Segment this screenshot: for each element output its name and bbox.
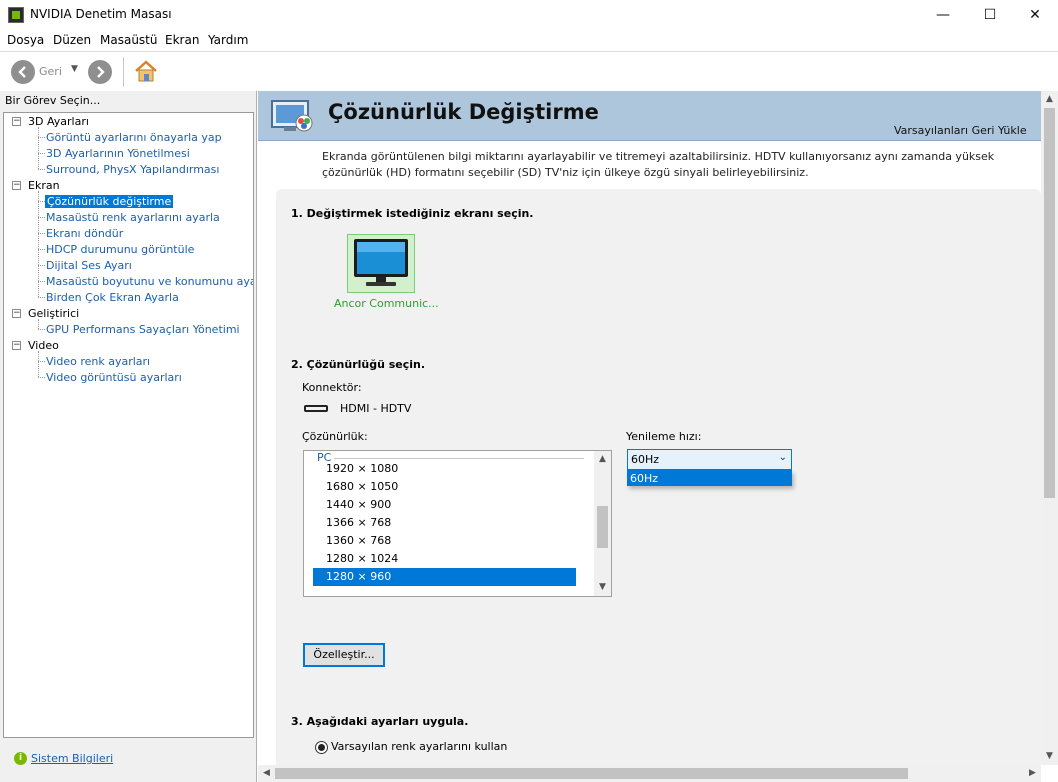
tree-category-developer[interactable]: Geliştirici xyxy=(28,307,79,320)
default-color-settings-label[interactable]: Varsayılan renk ayarlarını kullan xyxy=(331,740,507,753)
resolution-option-1280x960[interactable]: 1280 × 960 xyxy=(313,568,576,586)
content-horizontal-scrollbar[interactable]: ◀ ▶ xyxy=(258,765,1041,782)
system-info-link[interactable]: Sistem Bilgileri xyxy=(31,752,113,765)
customize-button[interactable]: Özelleştir... xyxy=(303,643,385,667)
display-settings-icon xyxy=(270,98,316,136)
resolution-scroll-thumb[interactable] xyxy=(597,506,608,548)
resolution-option-1366x768[interactable]: 1366 × 768 xyxy=(313,514,576,532)
window-title: NVIDIA Denetim Masası xyxy=(30,7,172,21)
tree-item-desktop-color[interactable]: Masaüstü renk ayarlarını ayarla xyxy=(46,211,220,224)
tree-item-hdcp-status[interactable]: HDCP durumunu görüntüle xyxy=(46,243,194,256)
tree-item-surround-physx[interactable]: Surround, PhysX Yapılandırması xyxy=(46,163,219,176)
tree-item-manage-3d[interactable]: 3D Ayarlarının Yönetilmesi xyxy=(46,147,190,160)
tree-item-desktop-size[interactable]: Masaüstü boyutunu ve konumunu ayarla xyxy=(46,275,253,288)
menu-display[interactable]: Ekran xyxy=(165,33,199,47)
hdmi-connector-icon xyxy=(304,405,328,412)
step3-heading: 3. Aşağıdaki ayarları uygula. xyxy=(291,715,469,728)
monitor-icon xyxy=(354,239,408,286)
scroll-down-icon[interactable]: ▼ xyxy=(594,579,611,596)
scroll-left-icon[interactable]: ◀ xyxy=(258,765,275,782)
back-history-dropdown-icon[interactable]: ▼ xyxy=(71,64,78,74)
nvidia-app-icon xyxy=(8,7,24,23)
resolution-list-scrollbar[interactable]: ▲ ▼ xyxy=(594,451,611,596)
scroll-down-icon[interactable]: ▼ xyxy=(1041,748,1058,765)
tree-expander-developer[interactable]: − xyxy=(12,309,21,318)
scroll-up-icon[interactable]: ▲ xyxy=(594,451,611,468)
resolution-option-1440x900[interactable]: 1440 × 900 xyxy=(313,496,576,514)
forward-arrow-icon[interactable] xyxy=(88,60,112,84)
tree-expander-display[interactable]: − xyxy=(12,181,21,190)
close-button[interactable]: ✕ xyxy=(1012,0,1058,30)
step1-heading: 1. Değiştirmek istediğiniz ekranı seçin. xyxy=(291,207,534,220)
resolution-listbox[interactable]: PC 1920 × 1080 1680 × 1050 1440 × 900 13… xyxy=(303,450,612,597)
display-name-label[interactable]: Ancor Communic... xyxy=(334,297,439,310)
scroll-right-icon[interactable]: ▶ xyxy=(1024,765,1041,782)
refresh-rate-select[interactable]: 60Hz ⌄ xyxy=(627,449,792,470)
tree-category-video[interactable]: Video xyxy=(28,339,59,352)
refresh-rate-label: Yenileme hızı: xyxy=(626,430,702,443)
chevron-down-icon: ⌄ xyxy=(778,452,787,463)
content-vertical-scroll-thumb[interactable] xyxy=(1044,108,1055,498)
tree-expander-3d[interactable]: − xyxy=(12,117,21,126)
page-header: Çözünürlük Değiştirme Varsayılanları Ger… xyxy=(258,91,1041,141)
default-color-settings-radio[interactable] xyxy=(315,741,328,754)
tree-item-digital-audio[interactable]: Dijital Ses Ayarı xyxy=(46,259,132,272)
back-button-label[interactable]: Geri xyxy=(39,65,62,78)
refresh-rate-dropdown: 60Hz xyxy=(627,470,792,486)
toolbar-separator xyxy=(123,57,124,87)
resolution-option-1920x1080[interactable]: 1920 × 1080 xyxy=(313,460,576,478)
menu-edit[interactable]: Düzen xyxy=(53,33,91,47)
menu-bar: Dosya Düzen Masaüstü Ekran Yardım xyxy=(0,30,1058,50)
tree-item-rotate-display[interactable]: Ekranı döndür xyxy=(46,227,123,240)
minimize-button[interactable]: — xyxy=(920,0,966,30)
tree-expander-video[interactable]: − xyxy=(12,341,21,350)
home-icon[interactable] xyxy=(133,58,159,87)
task-tree: − 3D Ayarları Görüntü ayarlarını önayarl… xyxy=(3,112,254,738)
resolution-option-1360x768[interactable]: 1360 × 768 xyxy=(313,532,576,550)
tree-item-image-presets[interactable]: Görüntü ayarlarını önayarla yap xyxy=(46,131,222,144)
refresh-rate-value: 60Hz xyxy=(631,453,660,466)
page-title: Çözünürlük Değiştirme xyxy=(328,100,599,124)
menu-help[interactable]: Yardım xyxy=(208,33,248,47)
content-horizontal-scroll-thumb[interactable] xyxy=(275,768,908,779)
resolution-option-1680x1050[interactable]: 1680 × 1050 xyxy=(313,478,576,496)
content-panel: Çözünürlük Değiştirme Varsayılanları Ger… xyxy=(258,91,1058,782)
tree-item-video-color[interactable]: Video renk ayarları xyxy=(46,355,150,368)
task-panel-header: Bir Görev Seçin... xyxy=(5,94,101,107)
tree-item-video-image[interactable]: Video görüntüsü ayarları xyxy=(46,371,182,384)
content-vertical-scrollbar[interactable]: ▲ ▼ xyxy=(1041,91,1058,765)
page-description: Ekranda görüntülenen bilgi miktarını aya… xyxy=(322,150,995,179)
display-selector-tile[interactable] xyxy=(347,234,415,293)
connector-label: Konnektör: xyxy=(302,381,362,394)
menu-desktop[interactable]: Masaüstü xyxy=(100,33,157,47)
back-arrow-icon[interactable] xyxy=(11,60,35,84)
maximize-button[interactable]: ☐ xyxy=(967,0,1013,30)
refresh-rate-option-60hz[interactable]: 60Hz xyxy=(630,472,658,485)
toolbar: Geri ▼ xyxy=(0,51,1058,91)
task-panel: Bir Görev Seçin... − 3D Ayarları Görüntü… xyxy=(0,91,257,782)
system-info-icon[interactable]: i xyxy=(14,752,27,765)
resolution-group-divider xyxy=(334,458,584,459)
tree-category-display[interactable]: Ekran xyxy=(28,179,60,192)
tree-item-multiple-displays[interactable]: Birden Çok Ekran Ayarla xyxy=(46,291,179,304)
tree-item-gpu-counters[interactable]: GPU Performans Sayaçları Yönetimi xyxy=(46,323,240,336)
tree-item-change-resolution[interactable]: Çözünürlük değiştirme xyxy=(45,195,174,208)
menu-file[interactable]: Dosya xyxy=(7,33,44,47)
step2-heading: 2. Çözünürlüğü seçin. xyxy=(291,358,426,371)
connector-value: HDMI - HDTV xyxy=(340,402,412,415)
title-bar: NVIDIA Denetim Masası — ☐ ✕ xyxy=(0,0,1058,30)
scroll-up-icon[interactable]: ▲ xyxy=(1041,91,1058,108)
resolution-label: Çözünürlük: xyxy=(302,430,368,443)
restore-defaults-link[interactable]: Varsayılanları Geri Yükle xyxy=(894,124,1027,137)
resolution-option-1280x1024[interactable]: 1280 × 1024 xyxy=(313,550,576,568)
